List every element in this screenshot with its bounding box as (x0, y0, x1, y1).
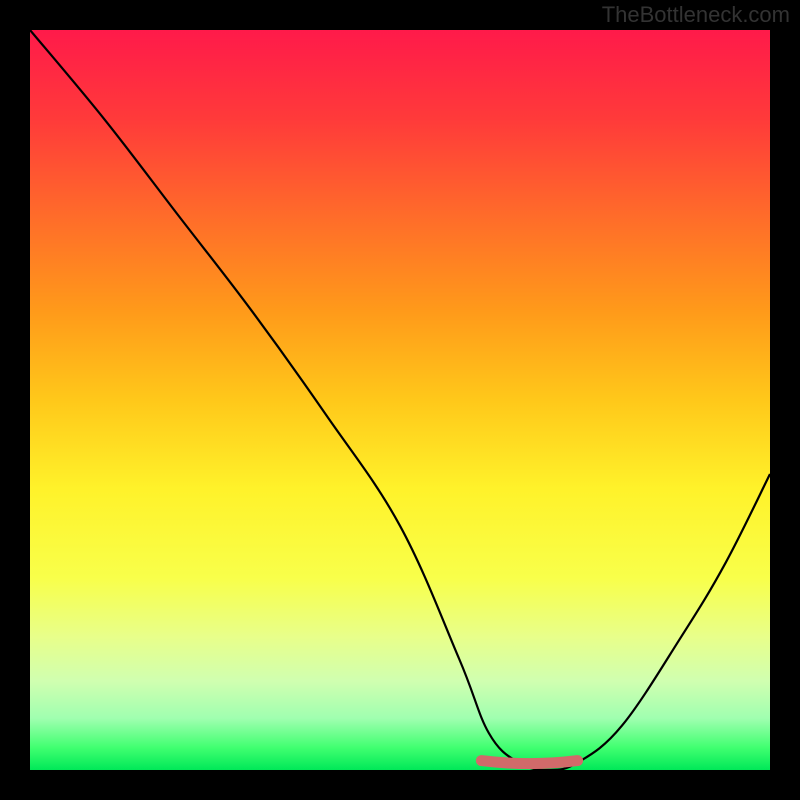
highlight-segment (481, 761, 577, 764)
watermark-text: TheBottleneck.com (602, 2, 790, 28)
main-curve-path (30, 30, 770, 770)
chart-svg (30, 30, 770, 770)
chart-plot-area (30, 30, 770, 770)
